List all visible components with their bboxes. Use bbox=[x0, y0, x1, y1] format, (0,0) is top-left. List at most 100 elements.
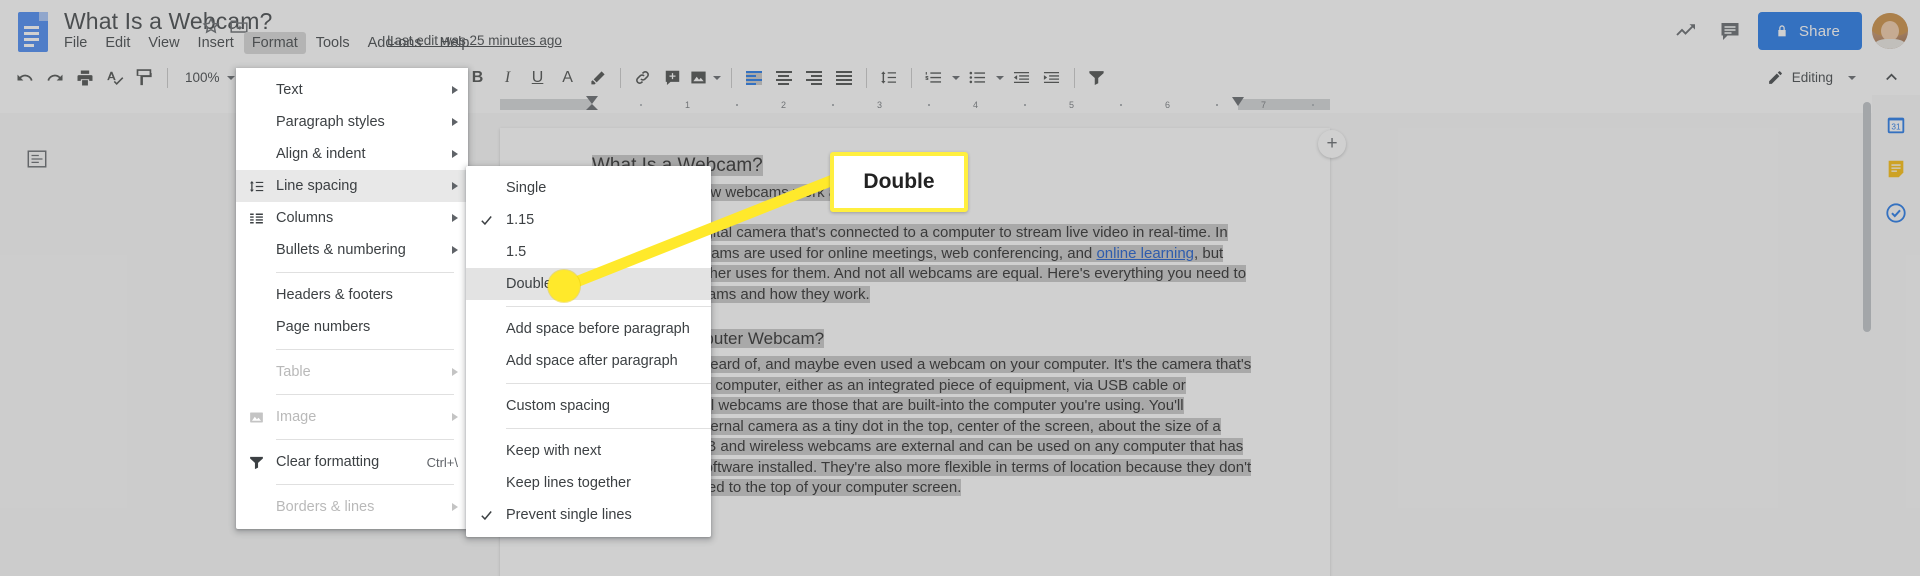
format-menu-item-label: Align & indent bbox=[276, 146, 366, 162]
spellcheck-icon[interactable] bbox=[100, 63, 130, 93]
chevron-right-icon bbox=[452, 413, 458, 421]
print-icon[interactable] bbox=[70, 63, 100, 93]
format-menu-item-clear-formatting[interactable]: Clear formatting Ctrl+\ bbox=[236, 446, 468, 478]
last-edit-status[interactable]: Last edit was 25 minutes ago bbox=[387, 33, 562, 48]
zoom-level-value: 100% bbox=[185, 70, 220, 85]
format-menu-item-label: Headers & footers bbox=[276, 287, 393, 303]
line-spacing-item-custom-spacing[interactable]: Custom spacing bbox=[466, 390, 711, 422]
format-menu-item-paragraph-styles[interactable]: Paragraph styles bbox=[236, 106, 468, 138]
align-right-icon[interactable] bbox=[799, 63, 829, 93]
highlight-color-icon[interactable] bbox=[583, 63, 613, 93]
format-menu-item-page-numbers[interactable]: Page numbers bbox=[236, 311, 468, 343]
menu-item-format[interactable]: Format bbox=[243, 32, 306, 54]
show-document-outline-icon[interactable] bbox=[26, 148, 48, 170]
bulleted-list-dropdown[interactable] bbox=[993, 63, 1007, 93]
align-justify-icon[interactable] bbox=[829, 63, 859, 93]
format-menu[interactable]: Text Paragraph styles Align & indent Line s… bbox=[236, 68, 468, 529]
format-menu-item-align-indent[interactable]: Align & indent bbox=[236, 138, 468, 170]
scrollbar-thumb[interactable] bbox=[1863, 102, 1871, 332]
line-spacing-item-1.5[interactable]: 1.5 bbox=[466, 236, 711, 268]
underline-icon[interactable]: U bbox=[523, 63, 553, 93]
avatar[interactable] bbox=[1872, 13, 1908, 49]
menu-item-edit[interactable]: Edit bbox=[97, 32, 138, 54]
line-spacing-item-prevent-single-lines[interactable]: Prevent single lines bbox=[466, 499, 711, 531]
line-spacing-icon[interactable] bbox=[874, 63, 904, 93]
text-color-icon[interactable]: A bbox=[553, 63, 583, 93]
line-spacing-item-label: Custom spacing bbox=[506, 398, 610, 414]
insert-link-icon[interactable] bbox=[628, 63, 658, 93]
menu-item-insert[interactable]: Insert bbox=[190, 32, 242, 54]
ruler-dot bbox=[640, 104, 642, 106]
line-spacing-item-add-space-after-paragraph[interactable]: Add space after paragraph bbox=[466, 345, 711, 377]
vertical-scrollbar[interactable] bbox=[1862, 100, 1872, 576]
format-menu-item-table: Table bbox=[236, 356, 468, 388]
redo-icon[interactable] bbox=[40, 63, 70, 93]
format-menu-item-borders-lines: Borders & lines bbox=[236, 491, 468, 523]
calendar-icon[interactable]: 31 bbox=[1878, 107, 1914, 143]
chevron-right-icon bbox=[452, 118, 458, 126]
line-spacing-item-keep-with-next[interactable]: Keep with next bbox=[466, 435, 711, 467]
menu-separator bbox=[276, 349, 454, 350]
format-menu-item-line-spacing[interactable]: Line spacing bbox=[236, 170, 468, 202]
annotation-callout-label: Double bbox=[863, 170, 935, 193]
insert-image-icon[interactable] bbox=[688, 63, 710, 93]
check-icon bbox=[466, 508, 506, 523]
decrease-indent-icon[interactable] bbox=[1007, 63, 1037, 93]
add-comment-button[interactable]: + bbox=[1318, 130, 1346, 158]
insert-image-dropdown[interactable] bbox=[710, 63, 724, 93]
italic-icon[interactable]: I bbox=[493, 63, 523, 93]
line-spacing-item-double[interactable]: Double bbox=[466, 268, 711, 300]
left-indent-marker[interactable] bbox=[586, 96, 598, 104]
format-menu-item-columns[interactable]: Columns bbox=[236, 202, 468, 234]
google-docs-logo bbox=[14, 10, 54, 54]
line-spacing-item-label: Single bbox=[506, 180, 547, 196]
line-spacing-item-single[interactable]: Single bbox=[466, 172, 711, 204]
ruler-dot bbox=[928, 104, 930, 106]
share-button[interactable]: Share bbox=[1757, 12, 1862, 50]
undo-icon[interactable] bbox=[10, 63, 40, 93]
format-menu-item-headers-footers[interactable]: Headers & footers bbox=[236, 279, 468, 311]
menu-separator bbox=[276, 439, 454, 440]
lock-icon bbox=[1778, 25, 1786, 37]
chevron-down-icon bbox=[226, 75, 235, 80]
activity-dashboard-icon[interactable] bbox=[1664, 11, 1708, 51]
line-spacing-submenu[interactable]: Single 1.15 1.5 Double Add space before para… bbox=[466, 166, 711, 537]
align-left-icon[interactable] bbox=[739, 63, 769, 93]
align-center-icon[interactable] bbox=[769, 63, 799, 93]
format-menu-item-label: Paragraph styles bbox=[276, 114, 385, 130]
right-indent-marker[interactable] bbox=[1232, 97, 1244, 106]
online-learning-link[interactable]: online learning bbox=[1096, 245, 1194, 262]
numbered-list-dropdown[interactable] bbox=[949, 63, 963, 93]
hide-menus-icon[interactable] bbox=[1876, 63, 1906, 93]
menu-separator bbox=[276, 484, 454, 485]
menu-item-tools[interactable]: Tools bbox=[308, 32, 358, 54]
bulleted-list-icon[interactable] bbox=[963, 63, 993, 93]
line-spacing-item-1.15[interactable]: 1.15 bbox=[466, 204, 711, 236]
format-menu-item-image: Image bbox=[236, 401, 468, 433]
chevron-right-icon bbox=[452, 86, 458, 94]
edit-mode-selector[interactable]: Editing bbox=[1761, 65, 1862, 90]
numbered-list-icon[interactable] bbox=[919, 63, 949, 93]
edit-mode-label: Editing bbox=[1791, 70, 1833, 85]
comment-history-icon[interactable] bbox=[1708, 11, 1752, 51]
line-spacing-item-label: Double bbox=[506, 276, 552, 292]
format-menu-item-bullets-numbering[interactable]: Bullets & numbering bbox=[236, 234, 468, 266]
chevron-down-icon bbox=[712, 75, 721, 80]
menu-item-file[interactable]: File bbox=[56, 32, 95, 54]
tasks-icon[interactable] bbox=[1878, 195, 1914, 231]
increase-indent-icon[interactable] bbox=[1037, 63, 1067, 93]
zoom-level-selector[interactable]: 100% bbox=[175, 65, 237, 91]
clear-formatting-icon[interactable] bbox=[1082, 63, 1112, 93]
format-menu-item-text[interactable]: Text bbox=[236, 74, 468, 106]
add-comment-icon[interactable] bbox=[658, 63, 688, 93]
menu-item-view[interactable]: View bbox=[140, 32, 187, 54]
line-spacing-item-keep-lines-together[interactable]: Keep lines together bbox=[466, 467, 711, 499]
format-menu-item-label: Columns bbox=[276, 210, 334, 226]
line-spacing-item-add-space-before-paragraph[interactable]: Add space before paragraph bbox=[466, 313, 711, 345]
paint-format-icon[interactable] bbox=[130, 63, 160, 93]
chevron-right-icon bbox=[452, 503, 458, 511]
line-spacing-item-label: Keep lines together bbox=[506, 475, 631, 491]
line-spacing-item-label: Add space after paragraph bbox=[506, 353, 678, 369]
ruler-tick: 1 bbox=[685, 100, 691, 110]
keep-notes-icon[interactable] bbox=[1878, 151, 1914, 187]
